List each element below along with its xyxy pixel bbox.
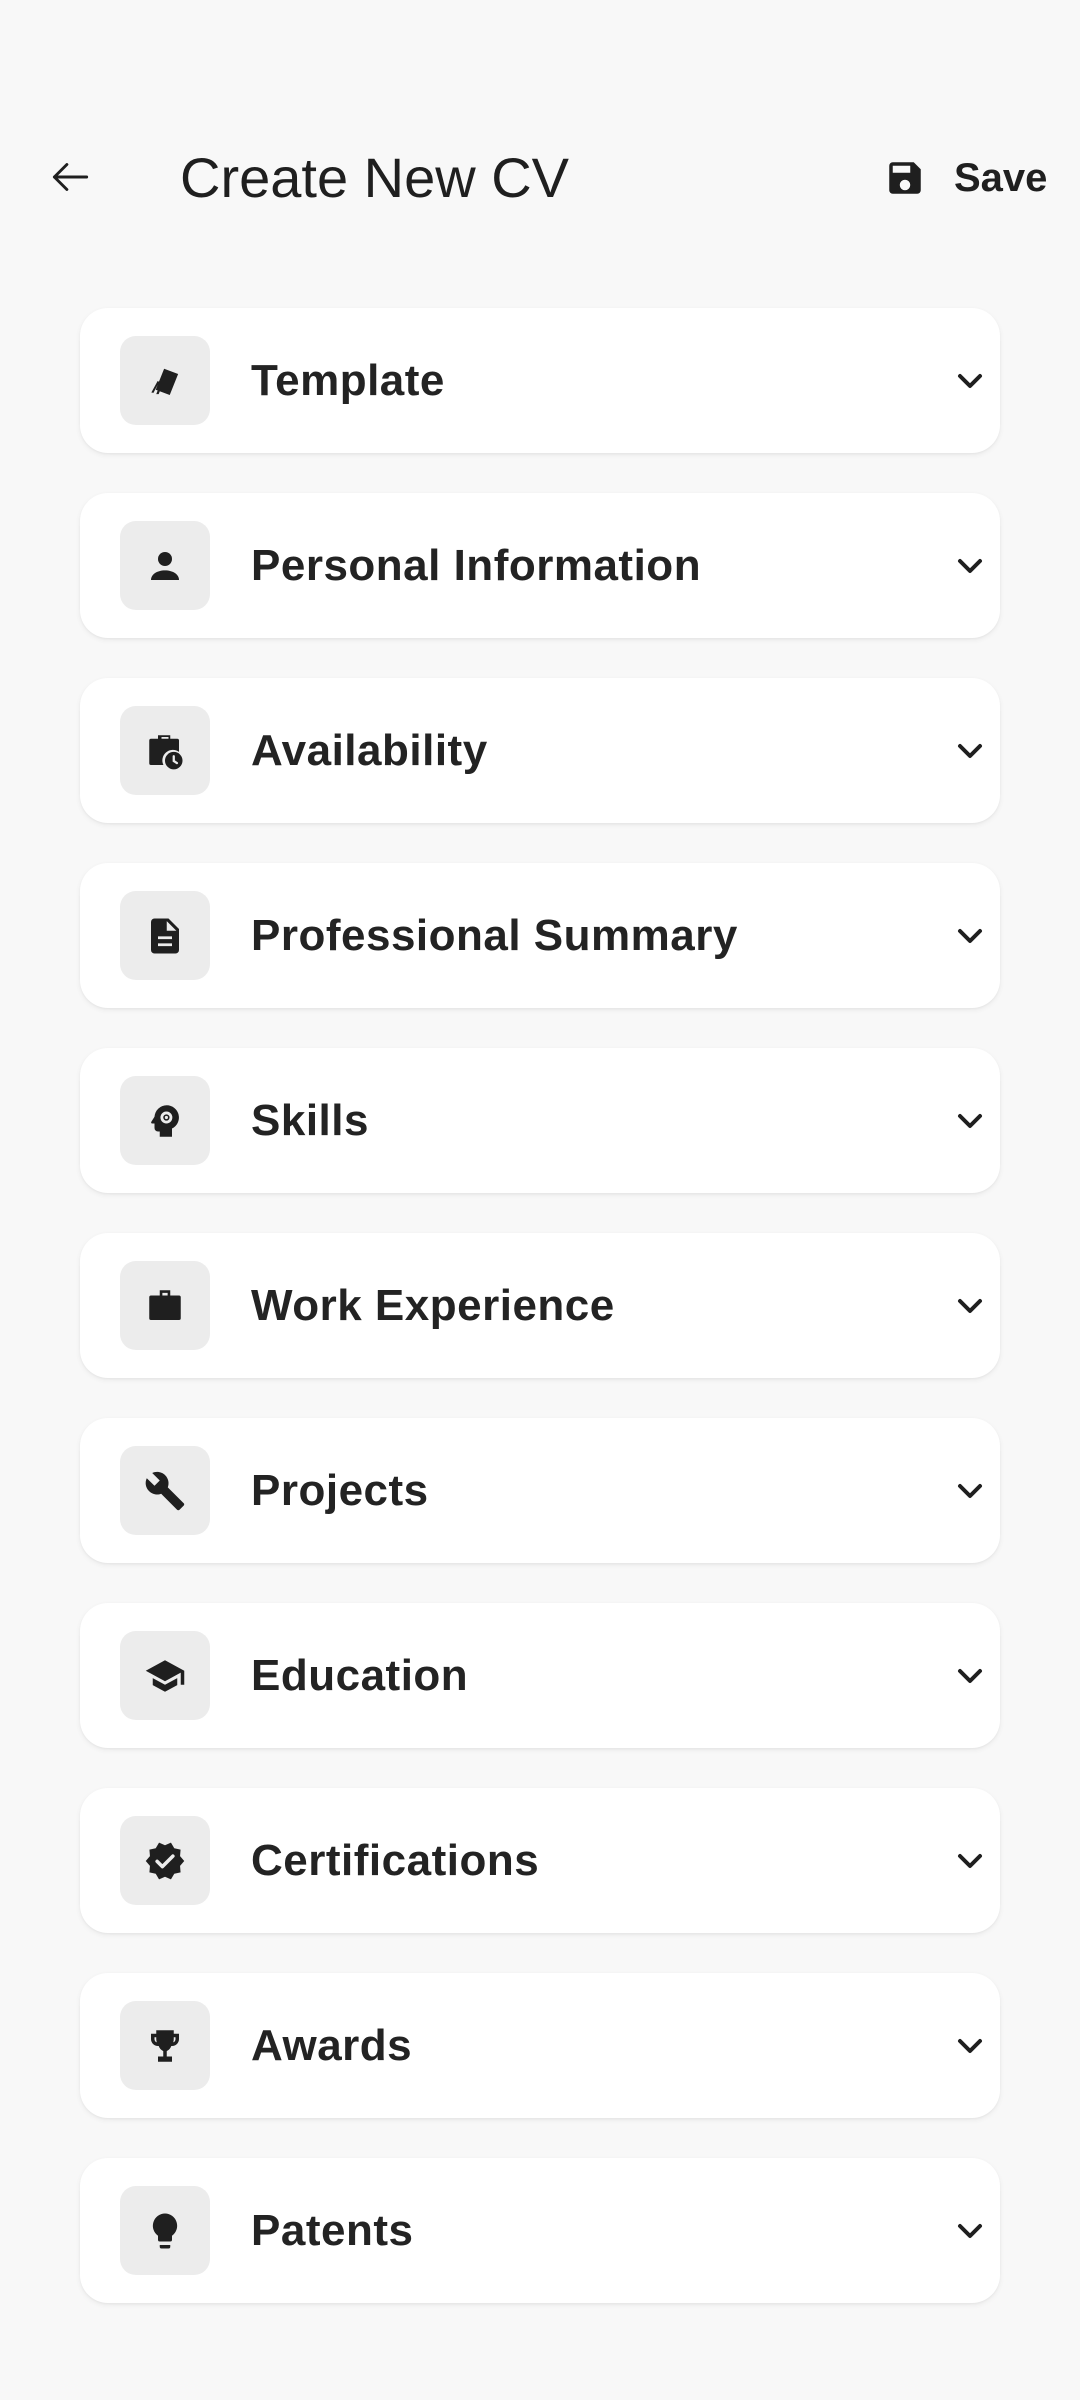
section-availability[interactable]: Availability [80, 678, 1000, 823]
chevron-down-icon[interactable] [950, 1101, 990, 1141]
section-label: Skills [251, 1096, 369, 1145]
briefcase-clock-icon [120, 706, 210, 795]
chevron-down-icon[interactable] [950, 1841, 990, 1881]
section-patents[interactable]: Patents [80, 2158, 1000, 2303]
section-projects[interactable]: Projects [80, 1418, 1000, 1563]
section-label: Projects [251, 1466, 429, 1515]
palette-swatch-icon [120, 336, 210, 425]
cv-sections-list: Template Personal Information Availabili… [80, 308, 1000, 2343]
floppy-disk-icon [880, 153, 930, 203]
section-label: Awards [251, 2021, 413, 2070]
chevron-down-icon[interactable] [950, 361, 990, 401]
head-gear-icon [120, 1076, 210, 1165]
section-certifications[interactable]: Certifications [80, 1788, 1000, 1933]
trophy-icon [120, 2001, 210, 2090]
section-work-experience[interactable]: Work Experience [80, 1233, 1000, 1378]
chevron-down-icon[interactable] [950, 546, 990, 586]
section-label: Patents [251, 2206, 414, 2255]
section-label: Personal Information [251, 541, 702, 590]
section-skills[interactable]: Skills [80, 1048, 1000, 1193]
chevron-down-icon[interactable] [950, 2026, 990, 2066]
app-bar: Create New CV Save [0, 0, 1080, 240]
chevron-down-icon[interactable] [950, 1471, 990, 1511]
wrench-icon [120, 1446, 210, 1535]
section-label: Work Experience [251, 1281, 615, 1330]
chevron-down-icon[interactable] [950, 2211, 990, 2251]
section-label: Availability [251, 726, 488, 775]
section-template[interactable]: Template [80, 308, 1000, 453]
chevron-down-icon[interactable] [950, 916, 990, 956]
document-icon [120, 891, 210, 980]
section-awards[interactable]: Awards [80, 1973, 1000, 2118]
briefcase-icon [120, 1261, 210, 1350]
arrow-left-icon [52, 163, 89, 191]
chevron-down-icon[interactable] [950, 1286, 990, 1326]
section-label: Template [251, 356, 445, 405]
section-label: Education [251, 1651, 469, 1700]
section-label: Certifications [251, 1836, 540, 1885]
chevron-down-icon[interactable] [950, 731, 990, 771]
save-button[interactable]: Save [880, 140, 1065, 216]
verified-badge-icon [120, 1816, 210, 1905]
section-label: Professional Summary [251, 911, 738, 960]
lightbulb-icon [120, 2186, 210, 2275]
back-button[interactable] [30, 134, 110, 220]
page-title: Create New CV [180, 146, 570, 209]
graduation-cap-icon [120, 1631, 210, 1720]
person-icon [120, 521, 210, 610]
save-button-label: Save [954, 155, 1048, 200]
section-professional-summary[interactable]: Professional Summary [80, 863, 1000, 1008]
chevron-down-icon[interactable] [950, 1656, 990, 1696]
section-personal-information[interactable]: Personal Information [80, 493, 1000, 638]
section-education[interactable]: Education [80, 1603, 1000, 1748]
